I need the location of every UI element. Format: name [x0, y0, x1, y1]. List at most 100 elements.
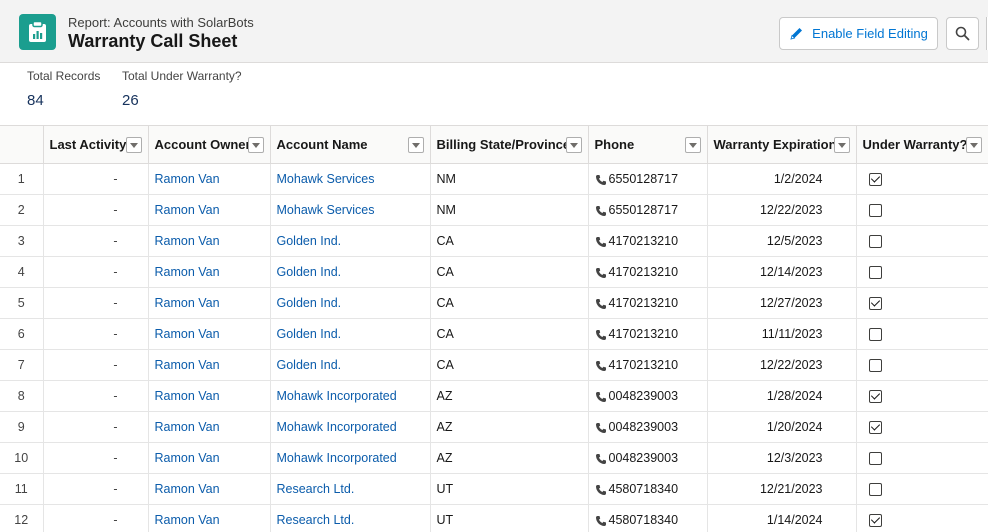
account-name-link[interactable]: Mohawk Incorporated: [277, 420, 397, 434]
account-owner-link[interactable]: Ramon Van: [155, 234, 220, 248]
account-name-link[interactable]: Golden Ind.: [277, 265, 342, 279]
phone-cell[interactable]: 4170213210: [588, 349, 708, 381]
warranty-expiration-cell: 12/3/2023: [707, 442, 857, 474]
phone-cell[interactable]: 6550128717: [588, 194, 708, 226]
account-owner-link[interactable]: Ramon Van: [155, 203, 220, 217]
account-owner-link[interactable]: Ramon Van: [155, 172, 220, 186]
last-activity-cell: -: [43, 349, 149, 381]
table-row: 3- Ramon Van Golden Ind. CA 4170213210 12/5/2…: [0, 225, 988, 257]
column-header-warranty-expiration[interactable]: Warranty Expiration: [707, 125, 857, 164]
row-number: 1: [0, 163, 44, 195]
phone-cell[interactable]: 4170213210: [588, 318, 708, 350]
column-menu-icon[interactable]: [247, 137, 264, 153]
table-row: 2- Ramon Van Mohawk Services NM 6550128717 12…: [0, 194, 988, 226]
account-owner-link[interactable]: Ramon Van: [155, 451, 220, 465]
warranty-expiration-cell: 12/22/2023: [707, 349, 857, 381]
account-name-link[interactable]: Mohawk Incorporated: [277, 389, 397, 403]
billing-state-cell: CA: [430, 318, 589, 350]
table-row: 1- Ramon Van Mohawk Services NM 6550128717 1/…: [0, 163, 988, 195]
account-owner-link[interactable]: Ramon Van: [155, 358, 220, 372]
column-header-account-name[interactable]: Account Name: [270, 125, 431, 164]
under-warranty-checkbox: [868, 421, 882, 435]
enable-field-editing-label: Enable Field Editing: [812, 26, 928, 41]
column-menu-icon[interactable]: [125, 137, 142, 153]
account-name-link[interactable]: Golden Ind.: [277, 327, 342, 341]
account-name-link[interactable]: Golden Ind.: [277, 358, 342, 372]
column-header-phone[interactable]: Phone: [588, 125, 708, 164]
warranty-expiration-cell: 1/20/2024: [707, 411, 857, 443]
warranty-expiration-cell: 12/14/2023: [707, 256, 857, 288]
search-button[interactable]: [946, 17, 979, 50]
under-warranty-checkbox: [868, 359, 882, 373]
table-row: 4- Ramon Van Golden Ind. CA 4170213210 12/14/…: [0, 256, 988, 288]
under-warranty-checkbox: [868, 514, 882, 528]
phone-number: 4170213210: [608, 296, 679, 310]
account-owner-link[interactable]: Ramon Van: [155, 389, 220, 403]
billing-state-cell: AZ: [430, 380, 589, 412]
column-header-billing-state[interactable]: Billing State/Province: [430, 125, 589, 164]
under-warranty-checkbox: [868, 297, 882, 311]
under-warranty-checkbox: [868, 204, 882, 218]
account-name-link[interactable]: Research Ltd.: [277, 513, 355, 527]
under-warranty-cell: [856, 411, 988, 443]
phone-icon: [595, 329, 606, 340]
under-warranty-checkbox: [868, 390, 882, 404]
account-owner-link[interactable]: Ramon Van: [155, 513, 220, 527]
table-row: 11- Ramon Van Research Ltd. UT 4580718340 12/…: [0, 473, 988, 505]
phone-cell[interactable]: 6550128717: [588, 163, 708, 195]
phone-cell[interactable]: 0048239003: [588, 380, 708, 412]
last-activity-cell: -: [43, 380, 149, 412]
column-header-account-owner[interactable]: Account Owner: [148, 125, 271, 164]
under-warranty-cell: [856, 504, 988, 532]
table-row: 9- Ramon Van Mohawk Incorporated AZ 00482390…: [0, 411, 988, 443]
phone-cell[interactable]: 0048239003: [588, 411, 708, 443]
report-summary: Total Records 84 Total Under Warranty? 2…: [0, 63, 988, 125]
row-number: 12: [0, 504, 44, 532]
account-name-link[interactable]: Golden Ind.: [277, 234, 342, 248]
billing-state-cell: UT: [430, 473, 589, 505]
under-warranty-checkbox: [868, 235, 882, 249]
phone-number: 0048239003: [608, 420, 679, 434]
column-menu-icon[interactable]: [565, 137, 582, 153]
last-activity-cell: -: [43, 318, 149, 350]
account-name-link[interactable]: Mohawk Services: [277, 203, 375, 217]
report-clipboard-icon: [19, 14, 56, 50]
phone-cell[interactable]: 4170213210: [588, 225, 708, 257]
phone-number: 6550128717: [608, 172, 679, 186]
last-activity-cell: -: [43, 225, 149, 257]
column-menu-icon[interactable]: [965, 137, 982, 153]
account-owner-link[interactable]: Ramon Van: [155, 482, 220, 496]
table-row: 8- Ramon Van Mohawk Incorporated AZ 00482390…: [0, 380, 988, 412]
phone-icon: [595, 515, 606, 526]
row-number: 4: [0, 256, 44, 288]
row-number: 3: [0, 225, 44, 257]
column-menu-icon[interactable]: [684, 137, 701, 153]
table-row: 7- Ramon Van Golden Ind. CA 4170213210 12/22/…: [0, 349, 988, 381]
enable-field-editing-button[interactable]: Enable Field Editing: [779, 17, 938, 50]
column-menu-icon[interactable]: [407, 137, 424, 153]
phone-cell[interactable]: 4170213210: [588, 256, 708, 288]
warranty-expiration-cell: 1/14/2024: [707, 504, 857, 532]
account-name-link[interactable]: Mohawk Incorporated: [277, 451, 397, 465]
under-warranty-checkbox: [868, 328, 882, 342]
phone-cell[interactable]: 0048239003: [588, 442, 708, 474]
account-owner-link[interactable]: Ramon Van: [155, 296, 220, 310]
account-owner-link[interactable]: Ramon Van: [155, 265, 220, 279]
column-menu-icon[interactable]: [833, 137, 850, 153]
row-number: 5: [0, 287, 44, 319]
phone-cell[interactable]: 4170213210: [588, 287, 708, 319]
account-name-link[interactable]: Golden Ind.: [277, 296, 342, 310]
last-activity-cell: -: [43, 504, 149, 532]
account-name-link[interactable]: Research Ltd.: [277, 482, 355, 496]
last-activity-cell: -: [43, 442, 149, 474]
under-warranty-cell: [856, 318, 988, 350]
phone-number: 4580718340: [608, 513, 679, 527]
account-owner-link[interactable]: Ramon Van: [155, 420, 220, 434]
total-under-warranty-value: 26: [122, 92, 139, 109]
account-owner-link[interactable]: Ramon Van: [155, 327, 220, 341]
phone-cell[interactable]: 4580718340: [588, 473, 708, 505]
column-header-under-warranty[interactable]: Under Warranty?: [856, 125, 988, 164]
column-header-last-activity[interactable]: Last Activity: [43, 125, 149, 164]
account-name-link[interactable]: Mohawk Services: [277, 172, 375, 186]
phone-cell[interactable]: 4580718340: [588, 504, 708, 532]
